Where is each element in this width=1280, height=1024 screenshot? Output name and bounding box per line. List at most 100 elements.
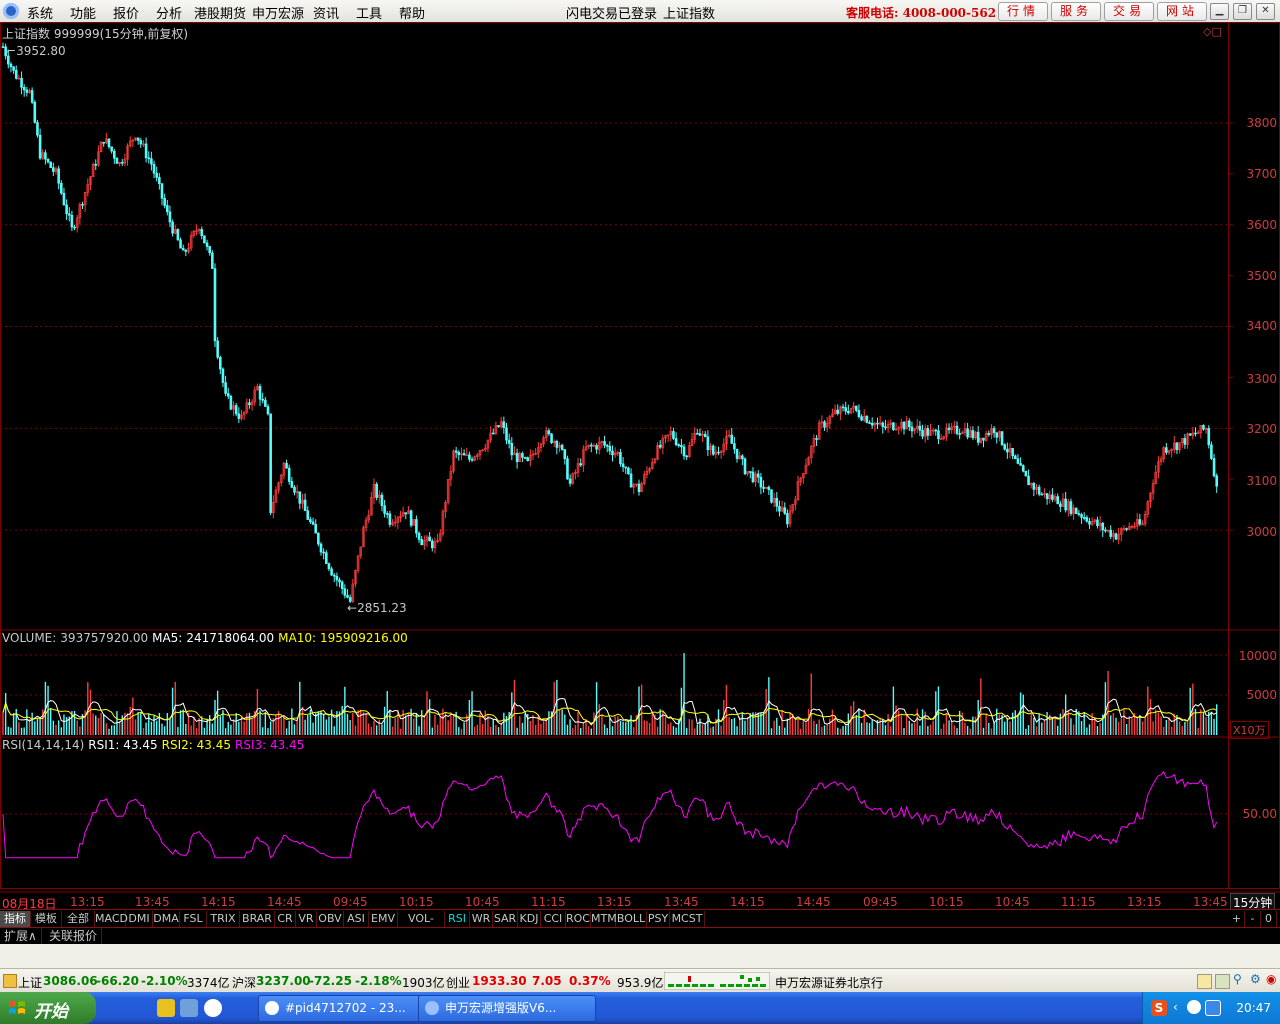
indicator-tab-cr[interactable]: CR	[275, 911, 296, 927]
service-button[interactable]: 服务	[1051, 2, 1101, 21]
expand-tab[interactable]: 扩展∧	[0, 928, 42, 944]
indicator-tab-trix[interactable]: TRIX	[207, 911, 240, 927]
quicklaunch-app-icon[interactable]	[157, 999, 175, 1017]
alert-icon[interactable]: ◉	[1266, 972, 1276, 986]
candle	[770, 489, 773, 504]
indicator-tab-psy[interactable]: PSY	[647, 911, 670, 927]
candle	[128, 136, 132, 148]
candle	[998, 430, 1001, 442]
candle	[937, 425, 940, 445]
zoom-in-button[interactable]: +	[1229, 911, 1245, 927]
indicator-tab-wr[interactable]: WR	[470, 911, 493, 927]
taskbar-item-trading-app[interactable]: 申万宏源增强版V6...	[418, 995, 596, 1022]
time-tick: 11:15	[1061, 895, 1096, 909]
signal-icon[interactable]: ⚲	[1233, 972, 1242, 986]
market-button[interactable]: 行情	[998, 2, 1048, 21]
indicator-tab-vr[interactable]: VR	[296, 911, 317, 927]
menu-quote[interactable]: 报价	[113, 3, 139, 22]
indicator-tab-roc[interactable]: ROC	[566, 911, 591, 927]
candle	[921, 424, 924, 440]
indicator-tab-fsl[interactable]: FSL	[180, 911, 207, 927]
menu-analysis[interactable]: 分析	[156, 3, 182, 22]
zoom-reset-button[interactable]: 0	[1261, 911, 1277, 927]
candle	[367, 509, 371, 524]
tray-arrow-icon[interactable]: ‹	[1173, 1000, 1178, 1014]
price-tick: 3800	[1246, 116, 1277, 130]
candle	[733, 436, 736, 454]
diamond-icon[interactable]: ◇□	[1203, 25, 1222, 38]
menu-hk-futures[interactable]: 港股期货	[194, 3, 246, 22]
quicklaunch-browser-icon[interactable]	[204, 999, 222, 1017]
kline-chart[interactable]	[0, 22, 1280, 910]
candle	[738, 451, 742, 460]
indicator-tab-asi[interactable]: ASI	[344, 911, 369, 927]
security-shield-icon[interactable]	[1205, 1000, 1221, 1016]
input-method-icon[interactable]: S	[1151, 1000, 1167, 1016]
candle	[420, 535, 424, 546]
indicator-tab-rsi[interactable]: RSI	[445, 911, 470, 927]
close-icon[interactable]: ✕	[1256, 3, 1275, 20]
menu-tools[interactable]: 工具	[356, 3, 382, 22]
cy-amount: 953.9亿	[617, 976, 664, 990]
indicator-tab-emv[interactable]: EMV	[369, 911, 398, 927]
indicator-tab-模板[interactable]: 模板	[31, 911, 62, 927]
candle	[992, 426, 996, 438]
indicator-tab-指标[interactable]: 指标	[0, 911, 31, 927]
menu-info[interactable]: 资讯	[313, 3, 339, 22]
indicator-tab-vol-tdx[interactable]: VOL-TDX	[398, 911, 445, 941]
indicator-tab-brar[interactable]: BRAR	[240, 911, 275, 927]
ma5-label: MA5:	[152, 631, 183, 645]
indicator-tab-cci[interactable]: CCI	[541, 911, 566, 927]
indicator-tab-sar[interactable]: SAR	[493, 911, 518, 927]
candle	[213, 263, 217, 347]
settings-icon[interactable]: ⚙	[1250, 972, 1261, 986]
candle	[81, 201, 84, 210]
time-tick: 13:15	[70, 895, 105, 909]
candle	[979, 437, 983, 444]
indicator-tab-mtm[interactable]: MTM	[591, 911, 617, 927]
candle	[1122, 525, 1126, 532]
taskbar-item-browser[interactable]: #pid4712702 - 23...	[258, 995, 436, 1022]
menu-system[interactable]: 系统	[27, 3, 53, 22]
candle	[688, 441, 691, 458]
calculator-icon[interactable]	[1215, 974, 1230, 989]
quicklaunch-desktop-icon[interactable]	[180, 999, 198, 1017]
website-button[interactable]: 网站	[1157, 2, 1207, 21]
minimize-icon[interactable]: ▁	[1210, 3, 1229, 20]
indicator-tab-macd[interactable]: MACD	[95, 911, 128, 927]
related-quote-tab[interactable]: 关联报价	[45, 928, 103, 944]
candle	[1135, 512, 1139, 530]
candle	[1215, 473, 1218, 493]
zoom-out-button[interactable]: -	[1245, 911, 1261, 927]
candle	[97, 145, 100, 167]
candle	[1199, 425, 1203, 439]
start-button[interactable]: 开始	[0, 992, 96, 1024]
network-icon[interactable]	[1187, 1000, 1201, 1014]
menu-help[interactable]: 帮助	[399, 3, 425, 22]
indicator-tab-obv[interactable]: OBV	[317, 911, 344, 927]
indicator-tab-dmi[interactable]: DMI	[126, 911, 153, 927]
indicator-tab-mcst[interactable]: MCST	[670, 911, 705, 927]
candle	[126, 143, 129, 166]
notepad-icon[interactable]	[1197, 974, 1212, 989]
candle	[468, 451, 471, 462]
menu-swhy[interactable]: 申万宏源	[252, 3, 304, 22]
status-bar-icon[interactable]	[3, 974, 17, 988]
indicator-tab-dma[interactable]: DMA	[153, 911, 180, 927]
candle	[1109, 525, 1112, 540]
restore-icon[interactable]: ❐	[1233, 3, 1252, 20]
menu-function[interactable]: 功能	[70, 3, 96, 22]
candle	[1067, 498, 1070, 517]
candle	[783, 502, 787, 515]
candle	[672, 427, 675, 441]
volume-header: VOLUME: 393757920.00 MA5: 241718064.00 MA10:…	[2, 631, 412, 645]
indicator-tab-boll[interactable]: BOLL	[616, 911, 647, 927]
candle	[465, 447, 469, 457]
candle	[1120, 527, 1123, 542]
trade-button[interactable]: 交易	[1104, 2, 1154, 21]
candle	[1186, 432, 1189, 449]
indicator-tab-kdj[interactable]: KDJ	[518, 911, 541, 927]
indicator-tab-全部[interactable]: 全部	[62, 911, 95, 927]
candle	[1003, 443, 1007, 451]
candle	[20, 71, 23, 95]
